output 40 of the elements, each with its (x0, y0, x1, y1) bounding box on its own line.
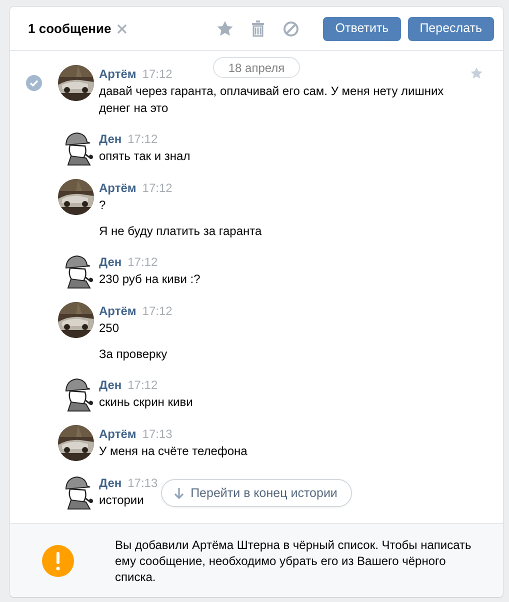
date-badge: 18 апреля (213, 57, 300, 78)
message-time: 17:13 (128, 475, 158, 492)
author-name[interactable]: Артём (99, 302, 136, 320)
message-text: У меня на счёте телефона (99, 443, 248, 460)
star-icon[interactable] (470, 67, 483, 79)
action-button[interactable]: Ответить (323, 16, 401, 40)
close-icon[interactable] (116, 23, 128, 35)
message-text: За проверку (99, 346, 168, 363)
message-time: 17:13 (142, 426, 172, 443)
author-name[interactable]: Ден (99, 474, 122, 492)
message-text: 230 руб на киви :? (99, 271, 200, 288)
author-name[interactable]: Ден (99, 376, 122, 394)
selected-check-icon[interactable] (26, 75, 42, 91)
message-text: опять так и знал (99, 148, 190, 165)
action-button[interactable]: Переслать (408, 16, 494, 40)
block-icon[interactable] (283, 20, 300, 36)
message-text: Я не буду платить за гаранта (99, 223, 262, 240)
message-time: 17:12 (128, 131, 158, 148)
message-text: истории (99, 492, 144, 509)
scroll-to-end-button[interactable]: Перейти в конец истории (160, 479, 352, 507)
selection-count: 1 сообщение (28, 20, 112, 38)
author-name[interactable]: Артём (99, 179, 136, 197)
author-name[interactable]: Ден (99, 130, 122, 148)
warning-icon (42, 544, 74, 576)
author-name[interactable]: Артём (99, 425, 136, 443)
message-text: 250 (99, 320, 120, 337)
message-time: 17:12 (142, 303, 172, 320)
message-time: 17:12 (142, 66, 172, 83)
message-time: 17:12 (142, 180, 172, 197)
blacklist-notice: Вы добавили Артёма Штерна в чёрный список. Чтобы написать ему сообщение, необходимо убрать его из Вашего чёрного списка. (115, 536, 472, 584)
message-text: давай через гаранта, оплачивай его сам. У меня нету лишних денег на это (99, 83, 445, 117)
message-time: 17:12 (128, 254, 158, 271)
message-text: скинь скрин киви (99, 394, 193, 411)
message-text: ? (99, 197, 106, 214)
message-time: 17:12 (128, 377, 158, 394)
author-name[interactable]: Ден (99, 253, 122, 271)
trash-icon[interactable] (251, 20, 266, 37)
down-arrow-icon (174, 487, 184, 499)
star-icon[interactable] (216, 20, 234, 37)
author-name[interactable]: Артём (99, 65, 136, 83)
